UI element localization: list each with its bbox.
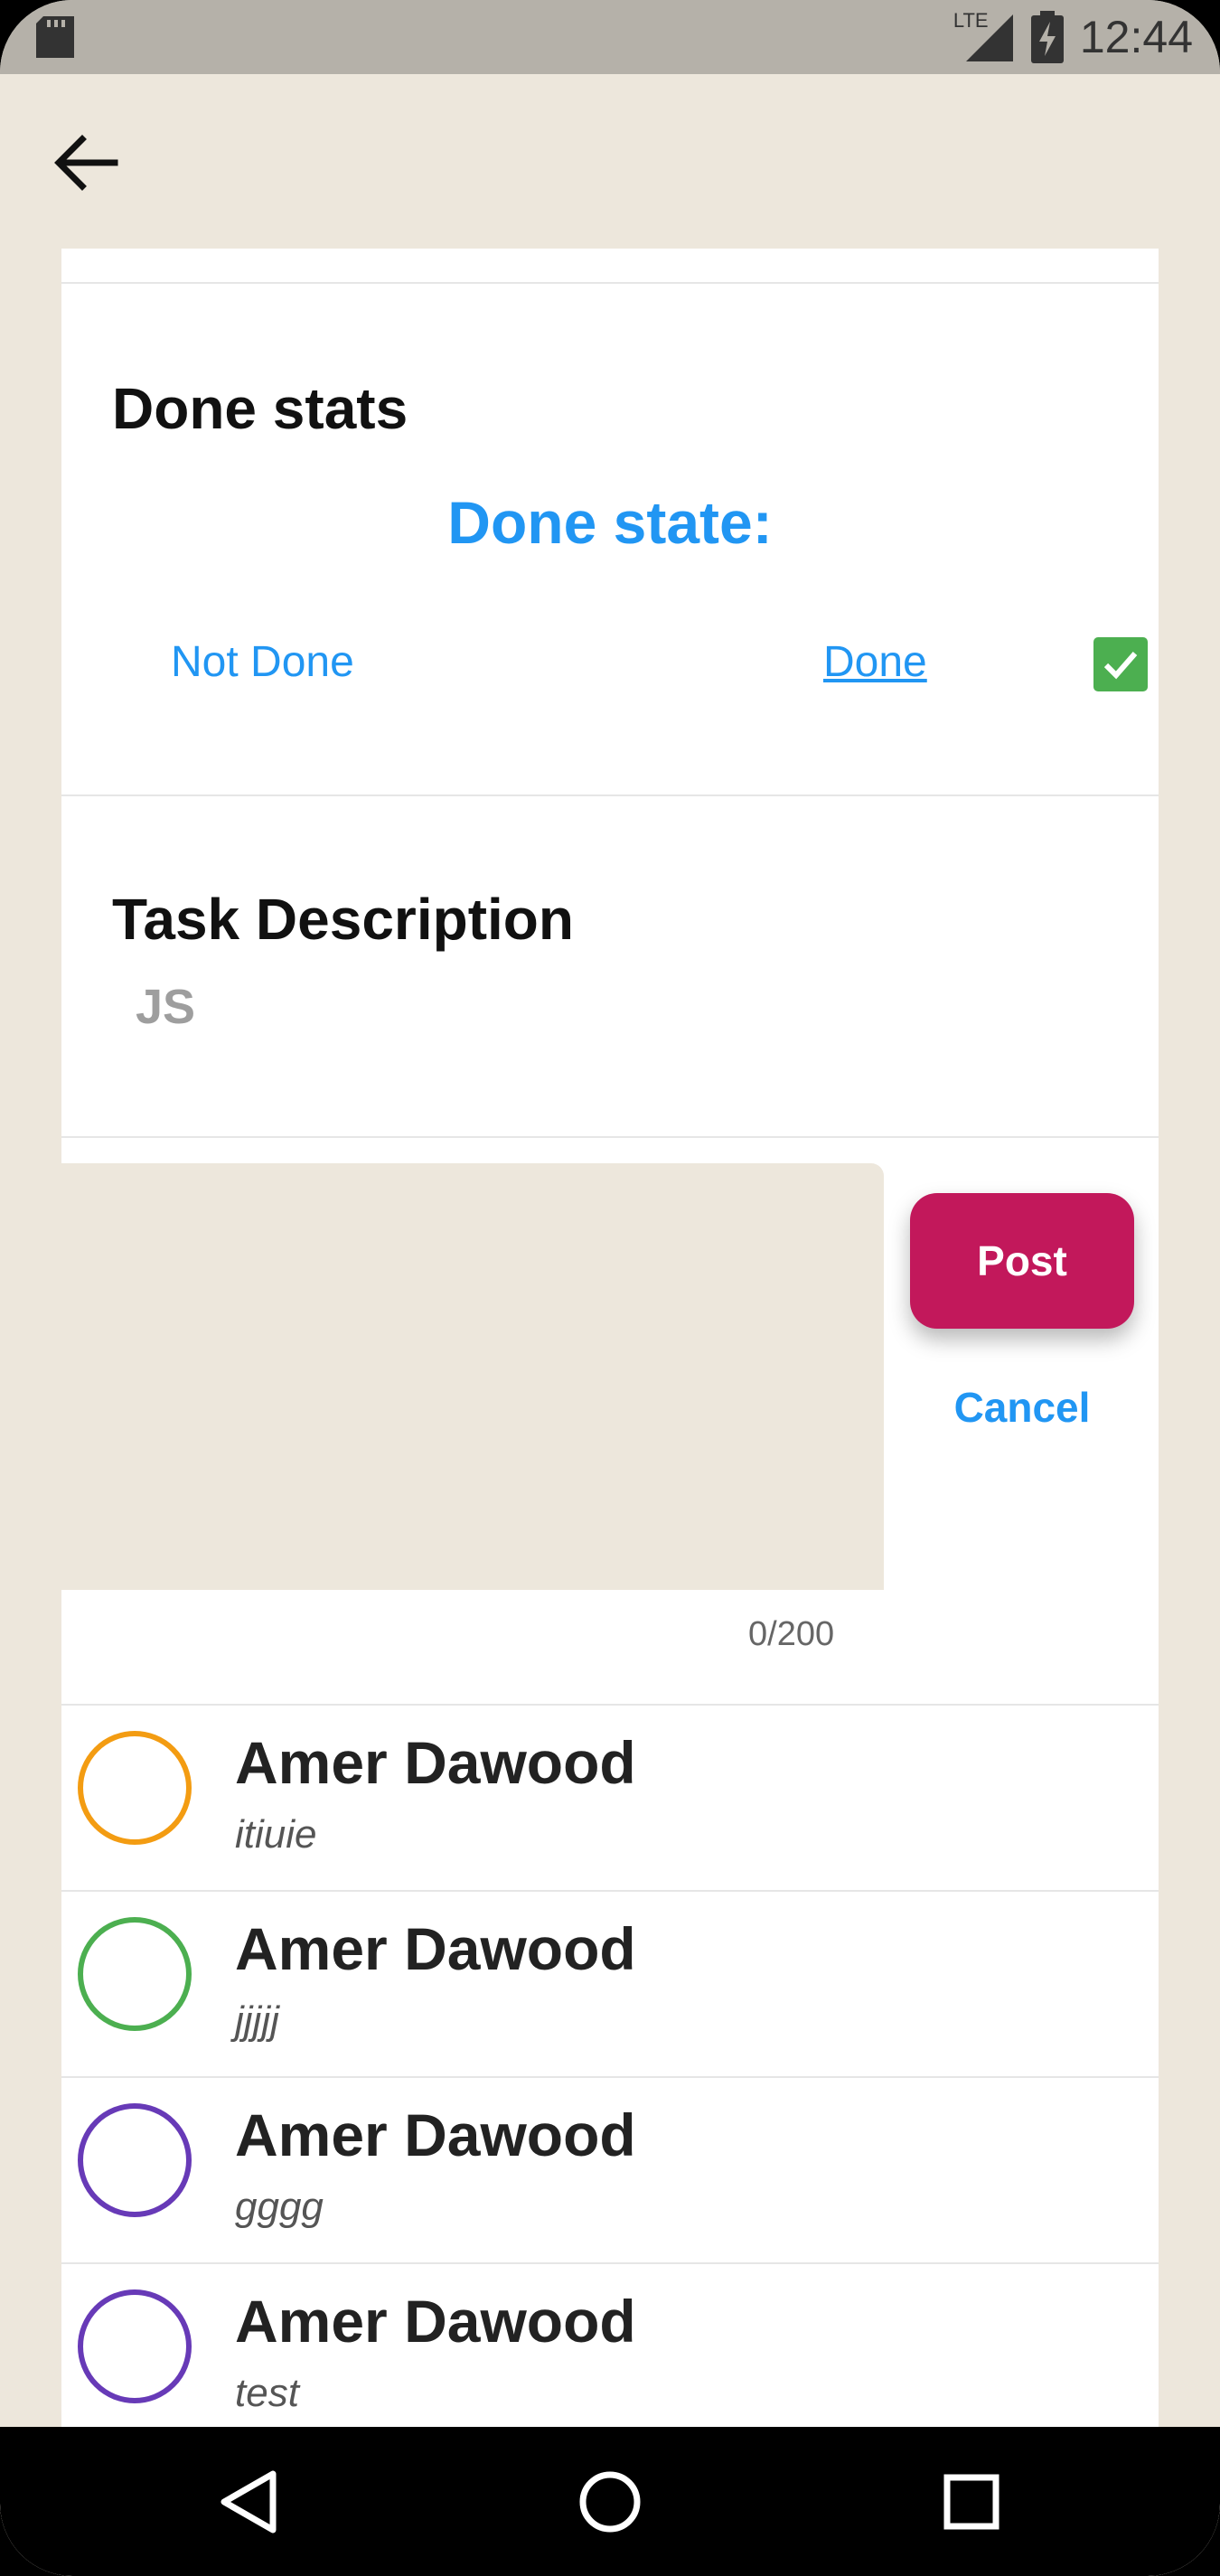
comment-item[interactable]: Amer Dawood itiuie xyxy=(61,1704,1159,1891)
square-recents-icon[interactable] xyxy=(931,2461,1012,2543)
comment-text: gggg xyxy=(235,2185,324,2229)
post-button[interactable]: Post xyxy=(910,1193,1134,1329)
triangle-back-icon[interactable] xyxy=(210,2461,291,2543)
clock: 12:44 xyxy=(1079,12,1193,62)
done-stats-title: Done stats xyxy=(112,376,408,441)
comment-input[interactable] xyxy=(61,1163,884,1590)
character-counter: 0/200 xyxy=(748,1615,835,1653)
app-screen: LTE 12:44 Done stats Done state: Not Don… xyxy=(0,0,1220,2576)
avatar xyxy=(78,2289,192,2403)
avatar xyxy=(78,2103,192,2217)
avatar xyxy=(78,1917,192,2031)
comment-text: jjjjj xyxy=(235,1998,279,2043)
divider xyxy=(61,282,1159,284)
task-description-value: JS xyxy=(136,980,196,1034)
comment-item[interactable]: Amer Dawood jjjjj xyxy=(61,1890,1159,2077)
network-type: LTE xyxy=(953,9,989,32)
divider xyxy=(61,1136,1159,1138)
signal-icon: LTE xyxy=(953,9,1015,63)
comment-author: Amer Dawood xyxy=(235,2288,636,2355)
checkmark-icon xyxy=(1103,652,1138,680)
battery-charging-icon xyxy=(1030,11,1064,63)
sd-card-icon xyxy=(36,16,74,58)
back-button[interactable] xyxy=(50,127,122,199)
done-state-label: Done state: xyxy=(447,489,773,556)
divider xyxy=(61,794,1159,796)
cancel-button[interactable]: Cancel xyxy=(910,1383,1134,1432)
option-done[interactable]: Done xyxy=(823,637,927,687)
avatar xyxy=(78,1731,192,1845)
comment-author: Amer Dawood xyxy=(235,1729,636,1796)
task-detail-card: Done stats Done state: Not Done Done Tas… xyxy=(61,249,1159,2427)
comment-item[interactable]: Amer Dawood test xyxy=(61,2262,1159,2427)
system-nav-bar xyxy=(0,2427,1220,2576)
comment-text: test xyxy=(235,2371,299,2415)
arrow-left-icon xyxy=(54,135,118,191)
comment-item[interactable]: Amer Dawood gggg xyxy=(61,2076,1159,2263)
task-description-title: Task Description xyxy=(112,887,574,952)
done-checkbox[interactable] xyxy=(1093,637,1148,691)
comment-text: itiuie xyxy=(235,1812,317,1857)
circle-home-icon[interactable] xyxy=(569,2461,651,2543)
option-not-done[interactable]: Not Done xyxy=(171,637,354,687)
status-bar: LTE 12:44 xyxy=(0,0,1220,74)
status-icons: LTE 12:44 xyxy=(953,7,1193,67)
comment-author: Amer Dawood xyxy=(235,1915,636,1982)
comment-author: Amer Dawood xyxy=(235,2101,636,2168)
